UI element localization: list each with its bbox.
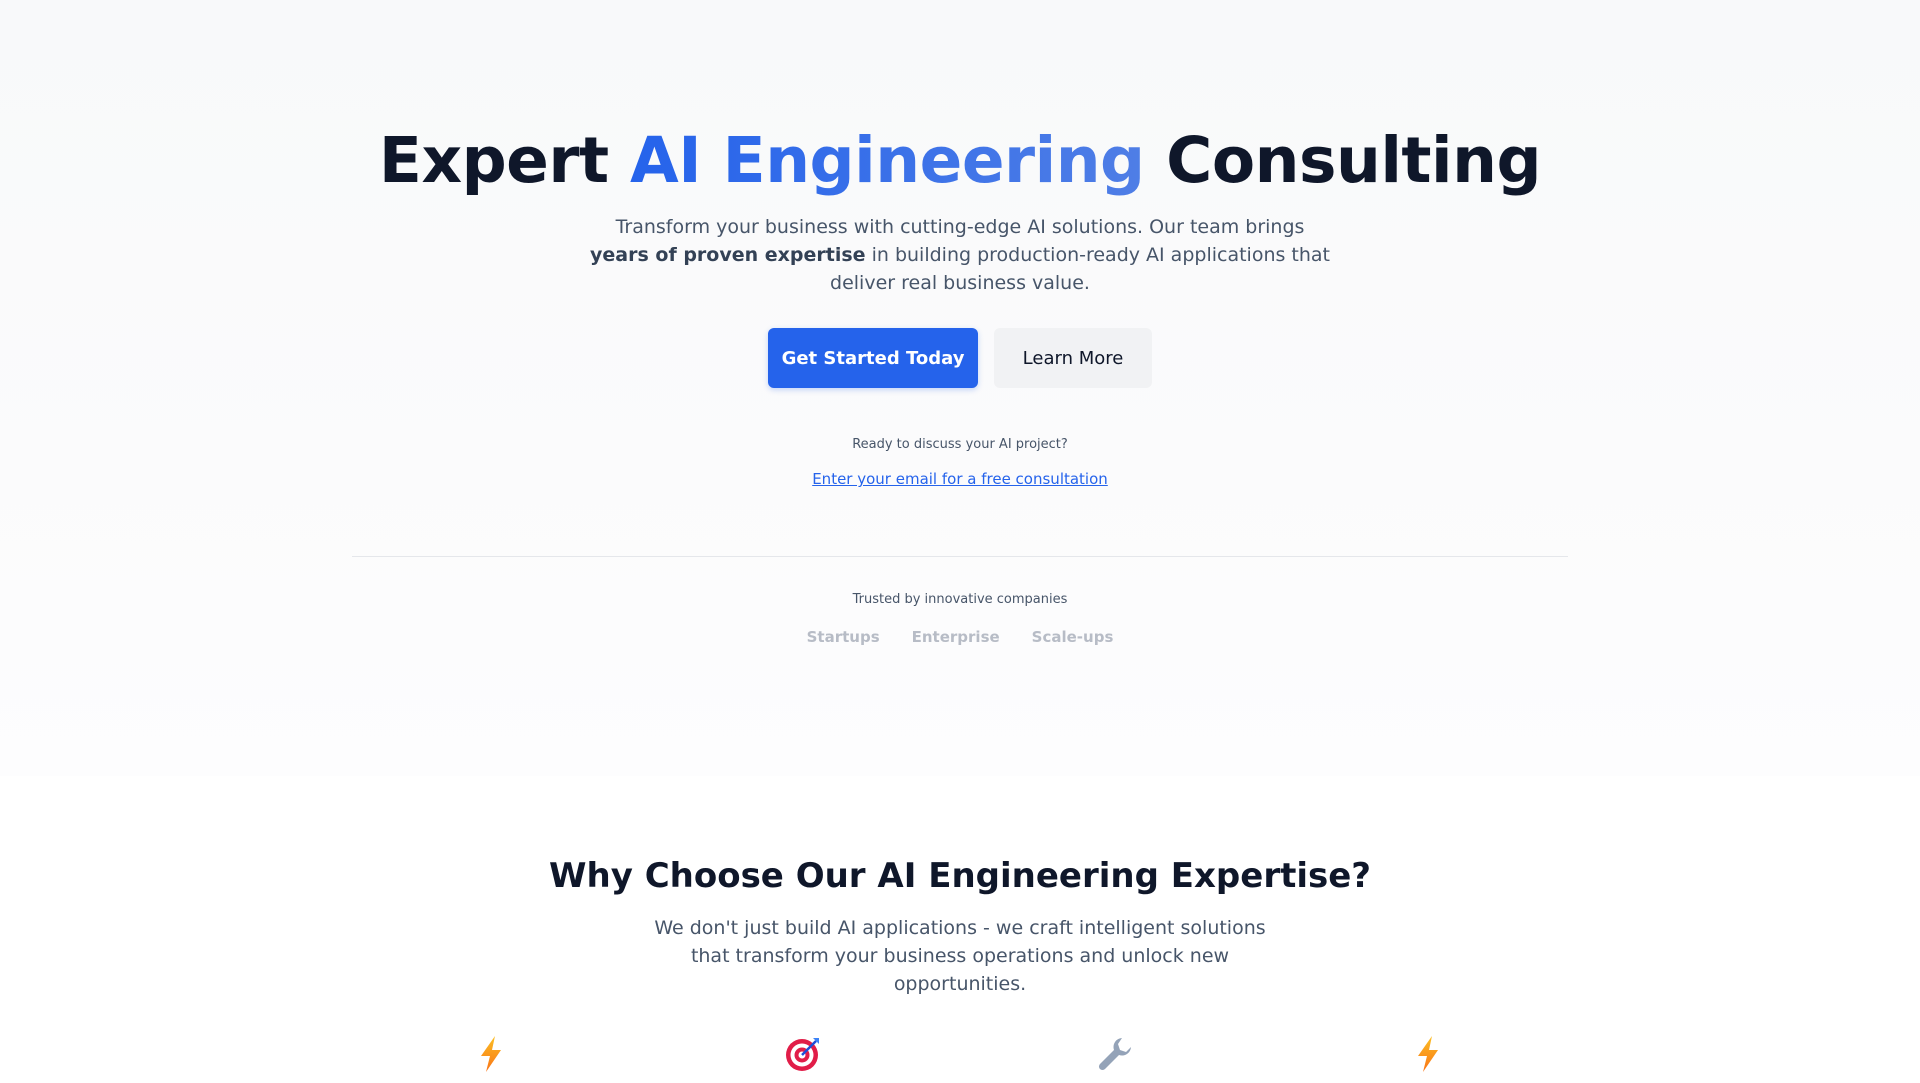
hero-subtitle-bold: years of proven expertise [590, 244, 866, 266]
wrench-icon [1095, 1034, 1135, 1074]
get-started-button[interactable]: Get Started Today [768, 328, 978, 388]
hero-section: Expert AI Engineering Consulting Transfo… [0, 0, 1920, 776]
hero-title: Expert AI Engineering Consulting [0, 122, 1920, 200]
why-subtitle: We don't just build AI applications - we… [654, 917, 1266, 995]
lightning-icon [1408, 1034, 1448, 1074]
hero-title-after: Consulting [1144, 124, 1542, 197]
target-icon [783, 1034, 823, 1074]
trusted-label: Trusted by innovative companies [852, 592, 1068, 607]
hero-title-accent: AI Engineering [630, 124, 1145, 197]
hero-subtitle-part2: in building production-ready AI applicat… [830, 244, 1331, 294]
company-startups: Startups [806, 628, 880, 646]
learn-more-button[interactable]: Learn More [994, 328, 1152, 388]
hero-button-row: Get Started Today Learn More [0, 328, 1920, 388]
company-list: Startups Enterprise Scale-ups [0, 628, 1920, 646]
section-divider [352, 556, 1568, 557]
feature-icon-row [0, 1034, 1920, 1080]
company-scale-ups: Scale-ups [1031, 628, 1114, 646]
hero-subtitle: Transform your business with cutting-edg… [590, 213, 1330, 297]
lightning-icon [471, 1034, 511, 1074]
why-title: Why Choose Our AI Engineering Expertise? [548, 856, 1372, 896]
hero-subtitle-part1: Transform your business with cutting-edg… [615, 216, 1305, 238]
why-choose-section: Why Choose Our AI Engineering Expertise?… [0, 776, 1920, 1080]
company-enterprise: Enterprise [911, 628, 1000, 646]
cta-link-wrapper: Enter your email for a free consultation [0, 470, 1920, 488]
free-consultation-link[interactable]: Enter your email for a free consultation [812, 470, 1108, 488]
hero-title-before: Expert [378, 124, 631, 197]
cta-question: Ready to discuss your AI project? [852, 437, 1068, 452]
